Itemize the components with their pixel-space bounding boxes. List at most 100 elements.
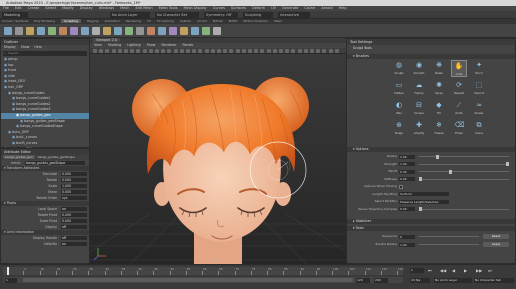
- viewport-toolbar-icon[interactable]: [167, 49, 172, 53]
- option-field[interactable]: Uniform: [399, 192, 449, 196]
- option-slider[interactable]: [419, 162, 509, 166]
- viewport-panel[interactable]: Viewport 2.0 View Shading Lighting Show Rend…: [90, 38, 346, 264]
- brush-bulge[interactable]: ⊕ Bulge: [391, 120, 407, 137]
- shelf-tool-icon[interactable]: [202, 27, 210, 35]
- section-tools[interactable]: ▾ Tools: [347, 226, 515, 231]
- menu-help[interactable]: Help: [339, 6, 347, 10]
- menu-display[interactable]: Display: [80, 6, 93, 10]
- option-slider[interactable]: [419, 154, 509, 159]
- viewport-toolbar-icon[interactable]: [241, 49, 246, 53]
- status-field-5[interactable]: Interactive: [278, 12, 310, 18]
- viewport-menu-panels[interactable]: Panels: [183, 43, 194, 47]
- shelf-tab-motion-graphics[interactable]: Motion Graphics: [243, 19, 267, 23]
- viewport-menu-show[interactable]: Show: [147, 43, 156, 47]
- shelf-tab-arnold[interactable]: Arnold: [197, 19, 207, 23]
- range-slider-bar[interactable]: [23, 278, 353, 282]
- playback-icon[interactable]: ⏭: [488, 268, 492, 273]
- viewport-toolbar-icon[interactable]: [235, 49, 240, 53]
- shelf-tool-icon[interactable]: [4, 27, 12, 35]
- viewport-toolbar-icon[interactable]: [217, 49, 221, 53]
- anim-end-field[interactable]: 200: [374, 277, 388, 283]
- section-brushes[interactable]: ▾ Brushes: [347, 54, 515, 59]
- menu-set-dropdown[interactable]: Modeling: [2, 12, 28, 18]
- viewport-toolbar-icon[interactable]: [179, 49, 184, 53]
- option-field[interactable]: 0.00: [399, 177, 415, 181]
- viewport-toolbar-icon[interactable]: [124, 49, 128, 53]
- status-field-2[interactable]: No Character Set: [155, 12, 199, 18]
- playback-icon[interactable]: ◀: [452, 268, 455, 273]
- tool-slider[interactable]: [419, 236, 479, 237]
- status-field-3[interactable]: Symmetry: Off: [204, 12, 238, 18]
- menu-edit[interactable]: Edit: [15, 6, 22, 10]
- viewport-toolbar-icon[interactable]: [111, 49, 116, 53]
- brush-smooth[interactable]: ◉ Smooth: [411, 60, 427, 77]
- attr-field[interactable]: on: [61, 207, 87, 211]
- menu-mesh-display[interactable]: Mesh Display: [184, 6, 207, 10]
- slider-handle[interactable]: [436, 154, 440, 159]
- tool-action-button[interactable]: Apply: [483, 242, 509, 247]
- viewport-toolbar-icon[interactable]: [223, 49, 228, 53]
- menu-create[interactable]: Create: [28, 6, 40, 10]
- option-field[interactable]: 0.00: [399, 207, 415, 211]
- menu-surfaces[interactable]: Surfaces: [231, 6, 246, 10]
- outliner-menu-display[interactable]: Display: [4, 45, 16, 49]
- tool-field[interactable]: 1.00: [399, 242, 415, 247]
- viewport-toolbar-icon[interactable]: [155, 49, 159, 53]
- viewport-toolbar-icon[interactable]: [117, 49, 122, 53]
- shelf-tool-icon[interactable]: [48, 27, 56, 35]
- anim-layer-dropdown[interactable]: No Anim Layer: [434, 277, 472, 283]
- outliner-menu-help[interactable]: Help: [34, 45, 41, 49]
- attr-node-field[interactable]: bangs_guides_geoShape: [25, 161, 85, 165]
- brush-erase[interactable]: ⌫ Erase: [451, 120, 467, 137]
- shelf-tool-icon[interactable]: [15, 27, 23, 35]
- viewport-menu-renderer[interactable]: Renderer: [161, 43, 176, 47]
- option-checkbox[interactable]: [399, 184, 403, 189]
- menu-curves[interactable]: Curves: [213, 6, 225, 10]
- attr-field[interactable]: 1.000: [61, 184, 87, 188]
- viewport-toolbar-icon[interactable]: [291, 49, 296, 53]
- menu-modify[interactable]: Modify: [62, 6, 74, 10]
- section-options[interactable]: ▾ Options: [347, 147, 515, 152]
- playback-icon[interactable]: ⏮: [428, 268, 432, 273]
- brush-imprint[interactable]: ⬚ Imprint: [471, 80, 487, 97]
- option-field[interactable]: 1.00: [399, 162, 415, 166]
- option-slider[interactable]: [419, 169, 509, 174]
- shelf-tool-icon[interactable]: [37, 27, 45, 35]
- option-slider[interactable]: [419, 177, 509, 181]
- status-field-1[interactable]: No Anim Layer: [110, 12, 150, 18]
- attr-field[interactable]: xyz: [61, 196, 87, 200]
- tool-slider[interactable]: [419, 244, 479, 245]
- option-slider[interactable]: [419, 207, 509, 211]
- viewport-toolbar-icon[interactable]: [186, 49, 190, 53]
- menu-deform[interactable]: Deform: [252, 6, 265, 10]
- option-field[interactable]: 0.35: [399, 169, 415, 174]
- viewport-toolbar-icon[interactable]: [248, 49, 252, 53]
- viewport-toolbar-icon[interactable]: [272, 49, 277, 53]
- shelf-tool-icon[interactable]: [180, 27, 188, 35]
- shelf-tool-icon[interactable]: [169, 27, 177, 35]
- tool-action-button[interactable]: Reset: [483, 234, 509, 239]
- option-field[interactable]: Preserve Length/Selected: [399, 199, 449, 204]
- shelf-tool-icon[interactable]: [26, 27, 34, 35]
- section-stabilizer[interactable]: ▸ Stabilizer: [347, 219, 515, 224]
- shelf-tab-sculpting[interactable]: Sculpting: [61, 19, 82, 23]
- attr-field[interactable]: off: [61, 236, 87, 240]
- shelf-tab-xgen[interactable]: XGen: [274, 19, 282, 23]
- shelf-tab-rigging[interactable]: Rigging: [87, 19, 98, 23]
- shelf-tool-icon[interactable]: [103, 27, 111, 35]
- viewport-toolbar-icon[interactable]: [334, 49, 339, 53]
- attr-field[interactable]: 0.000: [61, 178, 87, 182]
- shelf-tab-fx[interactable]: FX: [147, 19, 151, 23]
- menu-arnold[interactable]: Arnold: [321, 6, 332, 10]
- playback-icon[interactable]: ▶▶: [476, 268, 482, 273]
- viewport-toolbar-icon[interactable]: [142, 49, 147, 53]
- current-time-marker[interactable]: [7, 267, 9, 275]
- shelf-tool-icon[interactable]: [92, 27, 100, 35]
- shelf-tab-custom[interactable]: Custom: [180, 19, 192, 23]
- shelf-tool-icon[interactable]: [136, 27, 144, 35]
- shelf-tab-fx-caching[interactable]: FX Caching: [157, 19, 174, 23]
- viewport-scene[interactable]: [90, 54, 346, 264]
- menu-file[interactable]: File: [3, 6, 9, 10]
- brush-relax[interactable]: ❋ Relax: [431, 60, 447, 77]
- attr-field[interactable]: 0.000: [61, 190, 87, 194]
